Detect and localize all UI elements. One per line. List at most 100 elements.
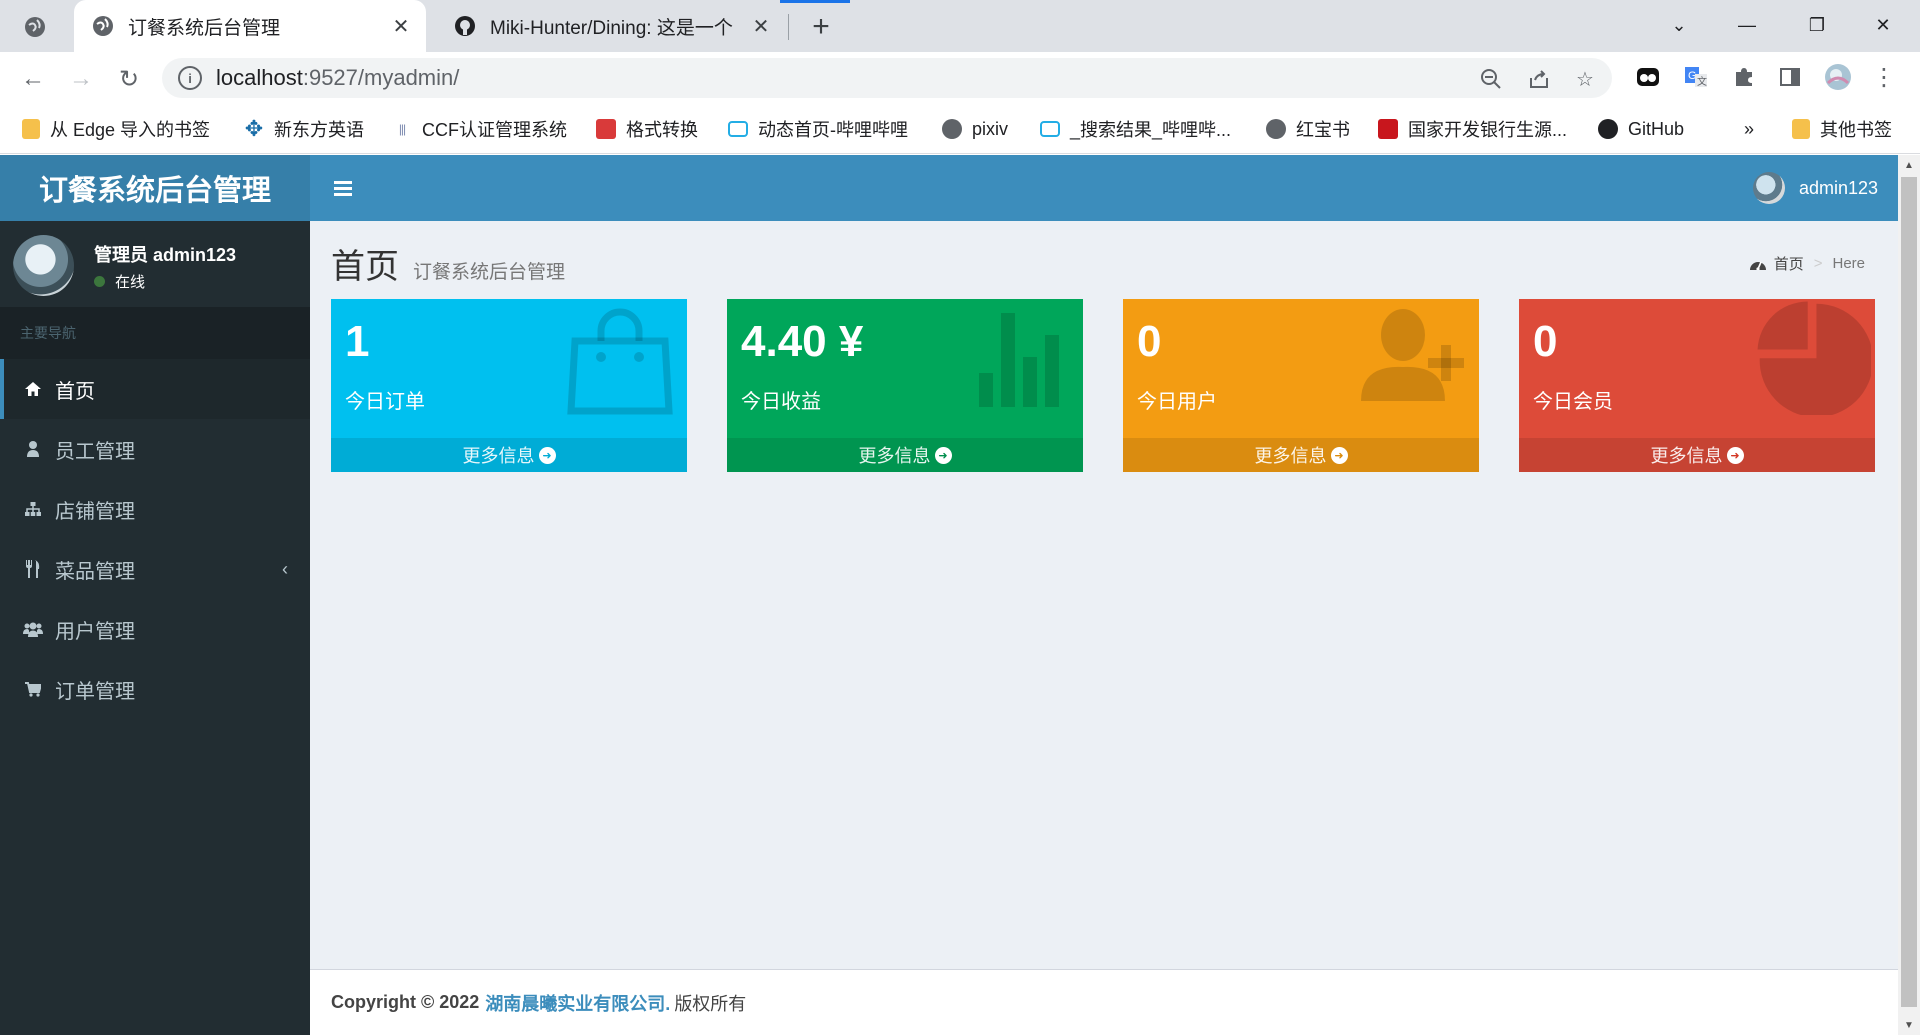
tab-divider — [788, 14, 789, 40]
more-info-link[interactable]: 更多信息 ➜ — [331, 438, 687, 472]
more-info-link[interactable]: 更多信息 ➜ — [1519, 438, 1875, 472]
stat-box-orders: 1 今日订单 更多信息 ➜ — [331, 299, 687, 472]
breadcrumb-home[interactable]: 首页 — [1774, 253, 1804, 274]
close-icon[interactable]: ✕ — [388, 13, 414, 39]
other-bookmarks[interactable]: 其他书签 — [1792, 114, 1892, 144]
ccf-icon: ||| — [398, 122, 406, 136]
tab-active[interactable]: 订餐系统后台管理 ✕ — [74, 0, 426, 52]
top-navbar: admin123 — [310, 155, 1898, 221]
sidebar-item-dishes[interactable]: 菜品管理 ‹ — [0, 539, 310, 599]
sidebar-item-users[interactable]: 用户管理 — [0, 599, 310, 659]
sidebar-item-label: 用户管理 — [55, 620, 135, 643]
bar-chart-icon — [979, 313, 1059, 407]
globe-icon — [1266, 119, 1286, 139]
zoom-icon[interactable] — [1478, 66, 1504, 92]
bookmark-item[interactable]: 动态首页-哔哩哔哩 — [728, 114, 908, 144]
nav-header: 主要导航 — [0, 307, 310, 359]
bookmark-item[interactable]: GitHub — [1598, 114, 1684, 144]
forward-icon[interactable]: → — [66, 64, 96, 94]
share-icon[interactable] — [1526, 66, 1552, 92]
bookmark-item[interactable]: _搜索结果_哔哩哔... — [1040, 114, 1231, 144]
shopping-bag-icon — [567, 308, 673, 415]
stat-value: 1 — [345, 317, 370, 366]
user-panel: 管理员 admin123 在线 — [0, 221, 310, 307]
app-logo[interactable]: 订餐系统后台管理 — [0, 155, 310, 221]
more-info-label: 更多信息 — [1254, 446, 1327, 466]
site-info-icon[interactable]: i — [178, 66, 202, 90]
scrollbar-thumb[interactable] — [1901, 177, 1917, 1007]
breadcrumb: 首页 > Here — [1749, 253, 1865, 274]
url-text[interactable]: localhost:9527/myadmin/ — [216, 65, 459, 91]
window-close-icon[interactable]: ✕ — [1860, 8, 1906, 42]
new-tab-icon[interactable]: + — [806, 10, 836, 43]
avatar — [1752, 172, 1785, 204]
sidebar-item-home[interactable]: 首页 — [0, 359, 310, 419]
github-icon — [1598, 119, 1618, 139]
arrow-circle-right-icon: ➜ — [1330, 446, 1348, 464]
reload-icon[interactable]: ↻ — [114, 64, 144, 94]
cart-icon — [23, 681, 43, 697]
back-icon[interactable]: ← — [18, 64, 48, 94]
user-icon — [23, 441, 43, 457]
arrow-circle-right-icon: ➜ — [1726, 446, 1744, 464]
restore-icon[interactable]: ❐ — [1794, 8, 1840, 42]
bookmarks-overflow-icon[interactable]: » — [1744, 114, 1754, 144]
bookmark-item[interactable]: 国家开发银行生源... — [1378, 114, 1567, 144]
online-status: 在线 — [94, 271, 145, 292]
more-info-link[interactable]: 更多信息 ➜ — [1123, 438, 1479, 472]
folder-icon — [1792, 119, 1810, 139]
puzzle-icon[interactable] — [1730, 63, 1758, 91]
bookmark-label: 国家开发银行生源... — [1408, 120, 1568, 140]
sidebar-item-orders[interactable]: 订单管理 — [0, 659, 310, 719]
star-icon[interactable]: ☆ — [1572, 66, 1598, 92]
extension-icon[interactable] — [1634, 63, 1662, 91]
stat-label: 今日用户 — [1137, 391, 1217, 413]
page-scrollbar[interactable]: ▲ ▼ — [1898, 155, 1920, 1035]
bookmark-item[interactable]: 格式转换 — [596, 114, 698, 144]
bookmark-item[interactable]: 红宝书 — [1266, 114, 1350, 144]
tab-search-chevron-icon[interactable]: ⌄ — [1656, 8, 1702, 42]
menu-kebab-icon[interactable]: ⋮ — [1870, 63, 1898, 91]
bookmark-label: 红宝书 — [1296, 120, 1350, 140]
bookmark-item[interactable]: 从 Edge 导入的书签 — [22, 114, 210, 144]
cutlery-icon — [23, 560, 43, 578]
sidebar-toggle-icon[interactable] — [328, 173, 358, 203]
top-username: admin123 — [1798, 177, 1878, 198]
stat-label: 今日订单 — [345, 391, 425, 413]
scroll-down-icon[interactable]: ▼ — [1898, 1015, 1920, 1035]
sidebar-item-staff[interactable]: 员工管理 — [0, 419, 310, 479]
sidebar-item-stores[interactable]: 店铺管理 — [0, 479, 310, 539]
more-info-link[interactable]: 更多信息 ➜ — [727, 438, 1083, 472]
bookmark-label: _搜索结果_哔哩哔... — [1070, 120, 1232, 140]
avatar — [13, 235, 74, 296]
profile-avatar[interactable] — [1824, 63, 1852, 91]
svg-text:文: 文 — [1697, 75, 1707, 88]
page-subtitle: 订餐系统后台管理 — [413, 262, 566, 283]
panel-username: 管理员 admin123 — [94, 245, 237, 265]
user-menu[interactable]: admin123 — [1752, 171, 1878, 205]
bookmark-item[interactable]: ||| CCF认证管理系统 — [392, 114, 567, 144]
bookmark-label: 动态首页-哔哩哔哩 — [758, 120, 908, 140]
address-bar[interactable]: i localhost:9527/myadmin/ ☆ — [162, 58, 1612, 98]
sidebar-item-label: 菜品管理 — [55, 560, 135, 583]
more-info-label: 更多信息 — [462, 446, 535, 466]
stat-box-revenue: 4.40 ¥ 今日收益 更多信息 ➜ — [727, 299, 1083, 472]
scroll-up-icon[interactable]: ▲ — [1898, 155, 1920, 175]
sidepanel-icon[interactable] — [1776, 63, 1804, 91]
bookmark-item[interactable]: pixiv — [942, 114, 1008, 144]
tab-search-icon[interactable] — [22, 14, 48, 40]
dashboard-icon — [1749, 258, 1766, 270]
translate-icon[interactable]: G文 — [1682, 63, 1710, 91]
stat-box-members: 0 今日会员 更多信息 ➜ — [1519, 299, 1875, 472]
bookmark-label: GitHub — [1628, 118, 1685, 139]
bookmark-label: 其他书签 — [1820, 120, 1892, 140]
bookmarks-bar: 从 Edge 导入的书签 ✥ 新东方英语 ||| CCF认证管理系统 格式转换 … — [0, 104, 1920, 154]
tab-inactive[interactable]: Miki-Hunter/Dining: 这是一个 ✕ — [436, 0, 786, 52]
bilibili-icon — [1040, 121, 1060, 137]
breadcrumb-current: Here — [1832, 255, 1865, 272]
cdb-icon — [1378, 119, 1398, 139]
company-link[interactable]: 湖南晨曦实业有限公司. — [485, 990, 670, 1016]
close-icon[interactable]: ✕ — [748, 13, 774, 39]
minimize-icon[interactable]: — — [1724, 8, 1770, 42]
bookmark-item[interactable]: ✥ 新东方英语 — [244, 114, 364, 144]
